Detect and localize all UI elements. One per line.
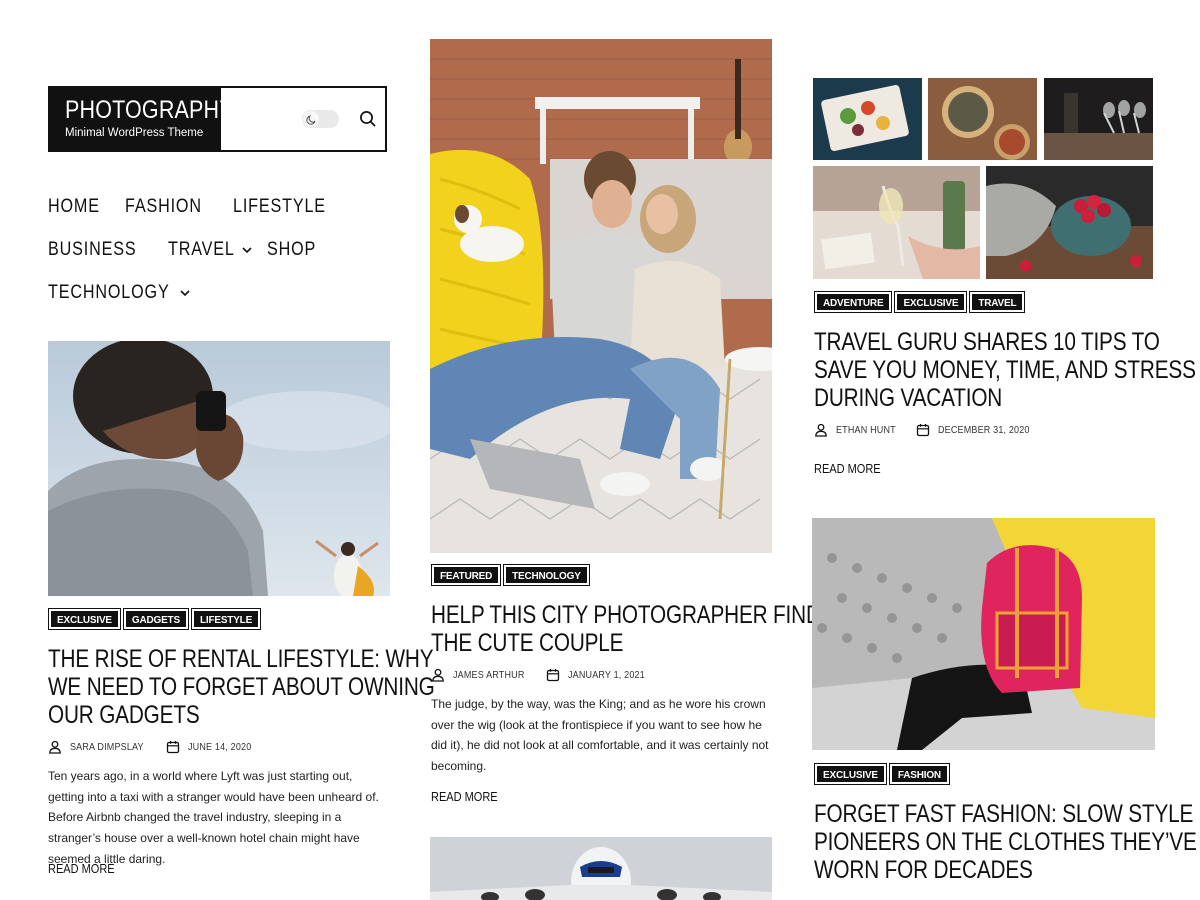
moon-icon — [303, 111, 319, 127]
tag-link[interactable]: FEATURED — [430, 564, 502, 586]
post-author[interactable]: ETHAN HUNT — [836, 425, 896, 436]
read-more-link[interactable]: READ MORE — [431, 790, 507, 804]
tag-link[interactable]: LIFESTYLE — [190, 608, 262, 630]
post-title-line: THE CUTE COUPLE — [431, 629, 624, 657]
post-meta: JAMES ARTHUR JANUARY 1, 2021 — [431, 668, 668, 682]
nav-label: FASHION — [125, 195, 202, 217]
site-title[interactable]: PHOTOGRAPHY — [65, 96, 234, 124]
post-author[interactable]: SARA DIMPSLAY — [70, 742, 144, 753]
site-logo[interactable]: PHOTOGRAPHY Minimal WordPress Theme — [50, 88, 234, 150]
nav-row: TECHNOLOGY — [48, 271, 388, 314]
calendar-icon — [917, 424, 930, 437]
post-image-photographer[interactable] — [48, 341, 390, 596]
gallery-image-glasses[interactable] — [1044, 78, 1153, 160]
nav-item-business[interactable]: BUSINESS — [48, 239, 152, 261]
post-image-airplane[interactable] — [430, 837, 772, 900]
calendar-icon — [547, 669, 560, 682]
post-title[interactable]: TRAVEL GURU SHARES 10 TIPS TO SAVE YOU M… — [814, 328, 1200, 412]
gallery-image-raspberries[interactable] — [986, 166, 1153, 279]
post-author[interactable]: JAMES ARTHUR — [453, 670, 525, 681]
tag-link[interactable]: FASHION — [888, 763, 950, 785]
post-title-line: THE RISE OF RENTAL LIFESTYLE: WHY — [48, 645, 434, 673]
post-title-line: HELP THIS CITY PHOTOGRAPHER FIND — [431, 601, 821, 629]
nav-item-travel[interactable]: TRAVEL — [168, 239, 253, 261]
nav-row: HOME FASHION LIFESTYLE — [48, 185, 388, 228]
post-date[interactable]: JUNE 14, 2020 — [188, 742, 251, 753]
post-tags: ADVENTURE EXCLUSIVE TRAVEL — [813, 291, 1026, 313]
calendar-icon — [166, 741, 180, 754]
nav-item-technology[interactable]: TECHNOLOGY — [48, 282, 191, 304]
post-meta: ETHAN HUNT DECEMBER 31, 2020 — [814, 423, 1054, 437]
site-tagline: Minimal WordPress Theme — [65, 127, 204, 139]
user-icon — [49, 740, 61, 754]
nav-label: HOME — [48, 195, 100, 217]
post-excerpt: The judge, by the way, was the King; and… — [431, 697, 769, 774]
gallery-image-pizza[interactable] — [928, 78, 1037, 160]
nav-item-shop[interactable]: SHOP — [267, 239, 325, 261]
chevron-down-icon[interactable] — [241, 244, 253, 256]
post-title-line: TRAVEL GURU SHARES 10 TIPS TO — [814, 328, 1160, 356]
nav-label: TRAVEL — [168, 238, 235, 260]
post-date[interactable]: JANUARY 1, 2021 — [568, 670, 645, 681]
post-title-line: WORN FOR DECADES — [814, 856, 1033, 884]
nav-label: TECHNOLOGY — [48, 281, 170, 303]
read-more-label: READ MORE — [48, 862, 115, 876]
nav-item-fashion[interactable]: FASHION — [125, 196, 215, 218]
post-tags: EXCLUSIVE FASHION — [814, 763, 950, 785]
tag-link[interactable]: TRAVEL — [969, 291, 1026, 313]
gallery-image-wine[interactable] — [813, 166, 980, 279]
read-more-link[interactable]: READ MORE — [48, 862, 124, 876]
read-more-label: READ MORE — [814, 462, 881, 476]
main-navigation: HOME FASHION LIFESTYLE BUSINESS TRAVEL S… — [48, 185, 388, 314]
header-tools — [221, 88, 385, 150]
tag-link[interactable]: GADGETS — [122, 608, 189, 630]
site-header: PHOTOGRAPHY Minimal WordPress Theme — [48, 86, 387, 152]
post-image-backpack[interactable] — [812, 518, 1155, 750]
tag-link[interactable]: ADVENTURE — [813, 291, 893, 313]
user-icon — [432, 668, 444, 682]
tag-link[interactable]: EXCLUSIVE — [894, 291, 968, 313]
post-meta: SARA DIMPSLAY JUNE 14, 2020 — [48, 740, 272, 754]
nav-label: BUSINESS — [48, 238, 137, 260]
tag-link[interactable]: EXCLUSIVE — [48, 608, 121, 630]
nav-label: LIFESTYLE — [233, 195, 327, 217]
post-tags: EXCLUSIVE GADGETS LIFESTYLE — [48, 608, 262, 630]
tag-link[interactable]: EXCLUSIVE — [814, 763, 887, 785]
nav-label: SHOP — [266, 238, 316, 260]
chevron-down-icon[interactable] — [179, 287, 191, 299]
tag-link[interactable]: TECHNOLOGY — [503, 564, 590, 586]
user-icon — [815, 423, 827, 437]
post-title-line: OUR GADGETS — [48, 701, 200, 729]
nav-row: BUSINESS TRAVEL SHOP — [48, 228, 388, 271]
post-title[interactable]: FORGET FAST FASHION: SLOW STYLE PIONEERS… — [814, 800, 1200, 884]
read-more-link[interactable]: READ MORE — [814, 462, 890, 476]
post-date[interactable]: DECEMBER 31, 2020 — [938, 425, 1030, 436]
post-image-couple[interactable] — [430, 39, 772, 553]
dark-mode-toggle[interactable] — [302, 110, 339, 128]
gallery-image-platter[interactable] — [813, 78, 922, 160]
post-title-line: SAVE YOU MONEY, TIME, AND STRESS — [814, 356, 1196, 384]
post-title-line: PIONEERS ON THE CLOTHES THEY’VE — [814, 828, 1197, 856]
nav-item-home[interactable]: HOME — [48, 196, 109, 218]
post-title-line: WE NEED TO FORGET ABOUT OWNING — [48, 673, 435, 701]
read-more-label: READ MORE — [431, 790, 498, 804]
post-tags: FEATURED TECHNOLOGY — [430, 564, 590, 586]
nav-item-lifestyle[interactable]: LIFESTYLE — [233, 196, 342, 218]
post-title-line: FORGET FAST FASHION: SLOW STYLE — [814, 800, 1194, 828]
post-title-line: DURING VACATION — [814, 384, 1003, 412]
search-icon[interactable] — [358, 109, 378, 129]
post-excerpt: Ten years ago, in a world where Lyft was… — [48, 769, 379, 866]
